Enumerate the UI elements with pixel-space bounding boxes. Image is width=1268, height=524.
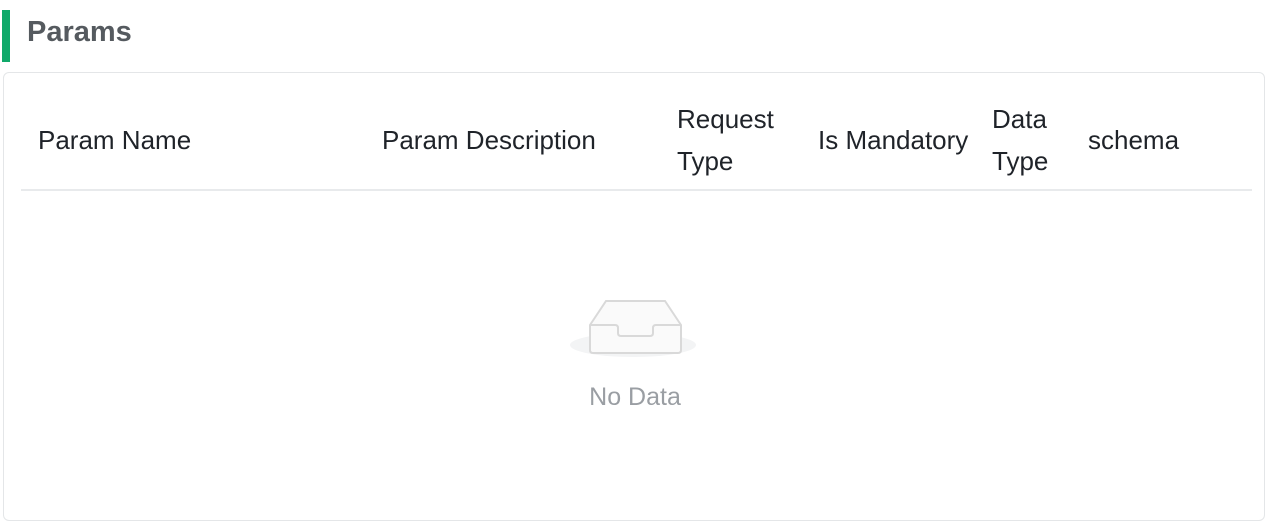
column-header-param-name: Param Name — [38, 125, 192, 155]
table-empty-state: No Data — [4, 263, 1266, 443]
params-table: Param Name Param Description Request Typ… — [3, 72, 1265, 521]
column-header-is-mandatory: Is Mandatory — [818, 125, 969, 155]
section-accent-bar — [2, 10, 10, 62]
params-section-header: Params — [0, 0, 1268, 64]
column-header-data-type: Data Type — [992, 104, 1049, 176]
column-header-param-description: Param Description — [382, 125, 596, 155]
empty-inbox-icon — [570, 300, 696, 357]
empty-text: No Data — [589, 383, 681, 411]
section-title: Params — [27, 16, 132, 48]
table-header: Param Name Param Description Request Typ… — [21, 91, 1252, 191]
column-header-schema: schema — [1088, 125, 1180, 155]
column-header-request-type: Request Type — [677, 104, 774, 176]
